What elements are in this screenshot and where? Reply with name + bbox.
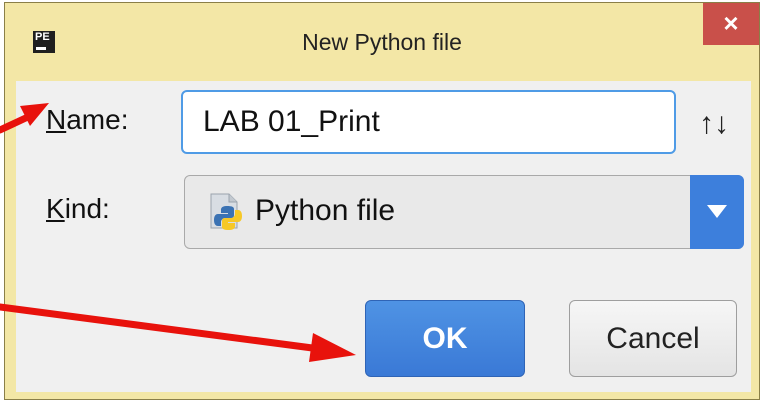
kind-dropdown[interactable]: Python file: [184, 175, 744, 249]
python-file-icon: [210, 193, 242, 230]
sort-arrows-icon[interactable]: ↑↓: [699, 109, 729, 139]
dropdown-button[interactable]: [690, 175, 744, 249]
kind-label-accelerator: K: [46, 193, 65, 224]
title-bar[interactable]: PE New Python file ×: [5, 3, 759, 83]
kind-label: Kind:: [46, 193, 110, 225]
name-label: Name:: [46, 104, 128, 136]
name-label-accelerator: N: [46, 104, 67, 135]
close-icon: ×: [723, 8, 739, 38]
ok-button[interactable]: OK: [365, 300, 525, 377]
dialog-content: Name: ↑↓ Kind: Python file OK Cancel: [16, 81, 751, 392]
kind-label-text: ind:: [64, 193, 110, 224]
cancel-button[interactable]: Cancel: [569, 300, 737, 377]
chevron-down-icon: [707, 205, 727, 218]
close-button[interactable]: ×: [703, 3, 759, 45]
name-label-text: ame:: [66, 104, 129, 135]
new-python-file-dialog: PE New Python file × Name: ↑↓ Kind: Pyth…: [4, 2, 760, 400]
kind-value: Python file: [255, 194, 396, 227]
dialog-title: New Python file: [302, 29, 462, 55]
name-input[interactable]: [181, 90, 676, 154]
